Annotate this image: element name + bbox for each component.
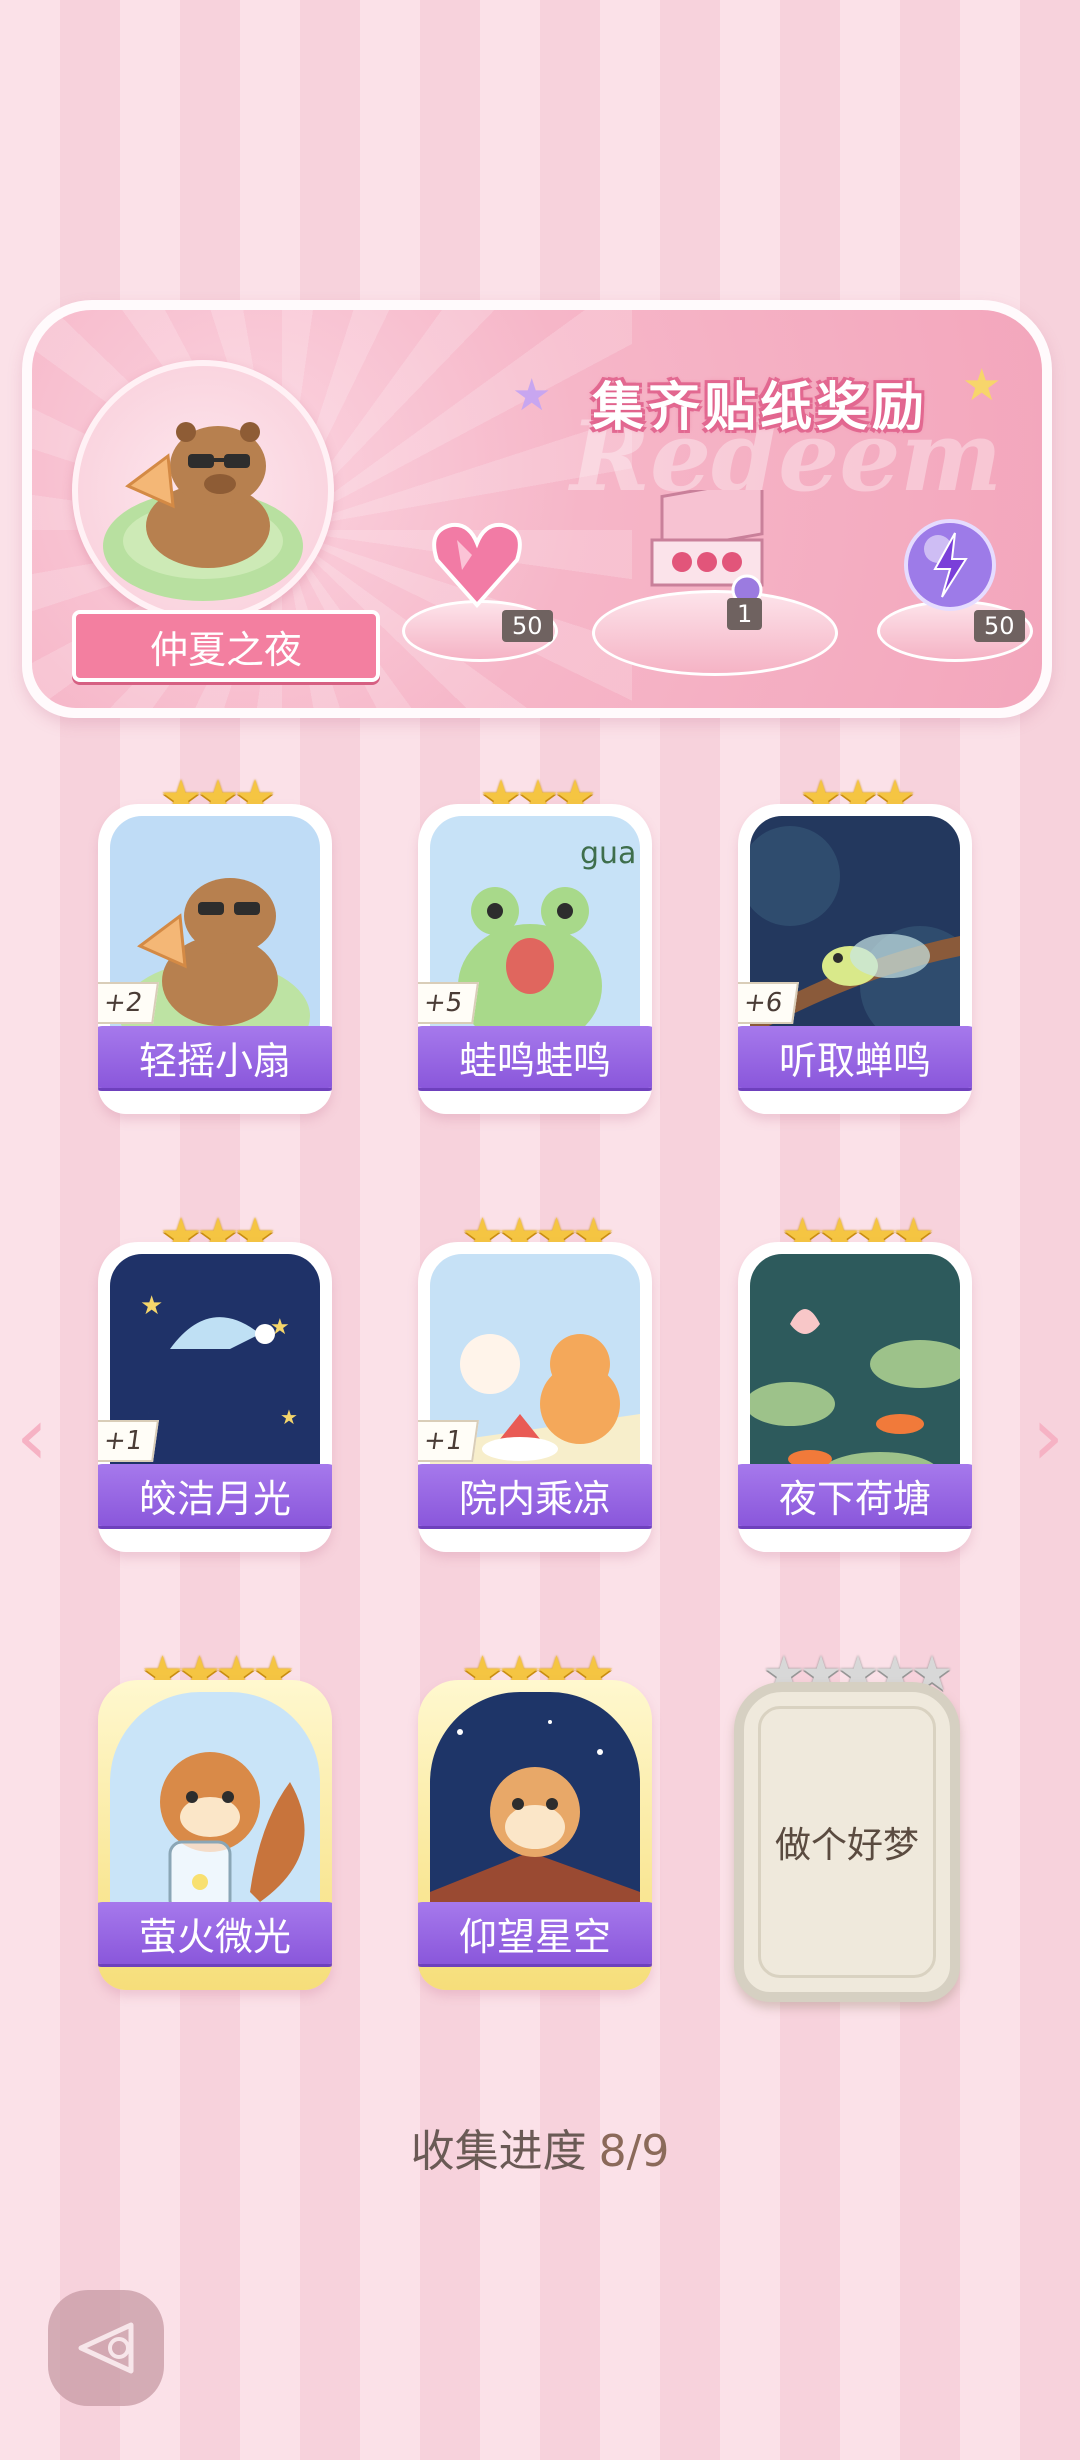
sticker-card[interactable]: ★★★★ 院内乘凉 +1 [408, 1208, 662, 1568]
card-label: 听取蝉鸣 [738, 1026, 972, 1088]
card-label: 皎洁月光 [98, 1464, 332, 1526]
collection-progress: 收集进度 8/9 [0, 2115, 1080, 2179]
locked-card-label: 做个好梦 [774, 1825, 919, 1866]
sticker-card[interactable]: ★★★★ 夜下荷塘 [728, 1208, 982, 1568]
sticker-card[interactable]: ★★★★ 仰望星空 [408, 1646, 662, 2006]
sticker-card[interactable]: ★★★ 听取蝉鸣 +6 [728, 770, 982, 1130]
duplicate-count: +6 [738, 982, 800, 1024]
svg-text:★: ★ [140, 1291, 163, 1321]
sticker-card-locked[interactable]: ★★★★★ 做个好梦 [720, 1646, 990, 2006]
album-avatar [72, 360, 334, 622]
card-label: 轻摇小扇 [98, 1026, 332, 1088]
gift-box-icon [650, 490, 764, 606]
next-page-arrow-icon[interactable]: › [1032, 1390, 1064, 1483]
sticker-card[interactable]: ★★★ 轻摇小扇 +2 [88, 770, 342, 1130]
reward-count: 50 [502, 610, 553, 642]
card-label: 蛙鸣蛙鸣 [418, 1026, 652, 1088]
sticker-card[interactable]: ★★★ gua 蛙鸣蛙鸣 +5 [408, 770, 662, 1130]
card-label: 萤火微光 [98, 1902, 332, 1964]
star-icon: ★ [512, 370, 552, 421]
lightning-orb-icon [904, 519, 996, 611]
duplicate-count: +2 [98, 982, 160, 1024]
pink-heart-gem-icon [432, 522, 522, 609]
sticker-card[interactable]: ★★★ ★ ★ ★ 皎洁月光 +1 [88, 1208, 342, 1568]
back-button[interactable] [48, 2290, 164, 2406]
svg-text:★: ★ [280, 1405, 298, 1429]
album-name-ribbon: 仲夏之夜 [72, 610, 380, 682]
star-icon: ★ [962, 360, 1002, 411]
progress-label: 收集进度 [410, 2126, 587, 2177]
card-label: 仰望星空 [418, 1902, 652, 1964]
duplicate-count: +5 [418, 982, 480, 1024]
prev-page-arrow-icon[interactable]: ‹ [16, 1390, 48, 1483]
reward-count: 1 [727, 598, 763, 630]
duplicate-count: +1 [418, 1420, 480, 1462]
capybara-fan-icon [103, 422, 303, 601]
locked-card-frame: 做个好梦 [734, 1682, 960, 2002]
card-label: 院内乘凉 [418, 1464, 652, 1526]
card-label: 夜下荷塘 [738, 1464, 972, 1526]
sticker-card[interactable]: ★★★★ 萤火微光 [88, 1646, 342, 2006]
duplicate-count: +1 [98, 1420, 160, 1462]
reward-count: 50 [974, 610, 1025, 642]
back-arrow-icon [78, 2322, 134, 2374]
reward-panel: Redeem ★ 集齐贴纸奖励 ★ 仲夏之夜 50 1 50 [22, 300, 1052, 718]
reward-title: 集齐贴纸奖励 [592, 377, 929, 438]
progress-value: 8/9 [598, 2126, 670, 2177]
frog-sound-text: gua [580, 836, 637, 871]
